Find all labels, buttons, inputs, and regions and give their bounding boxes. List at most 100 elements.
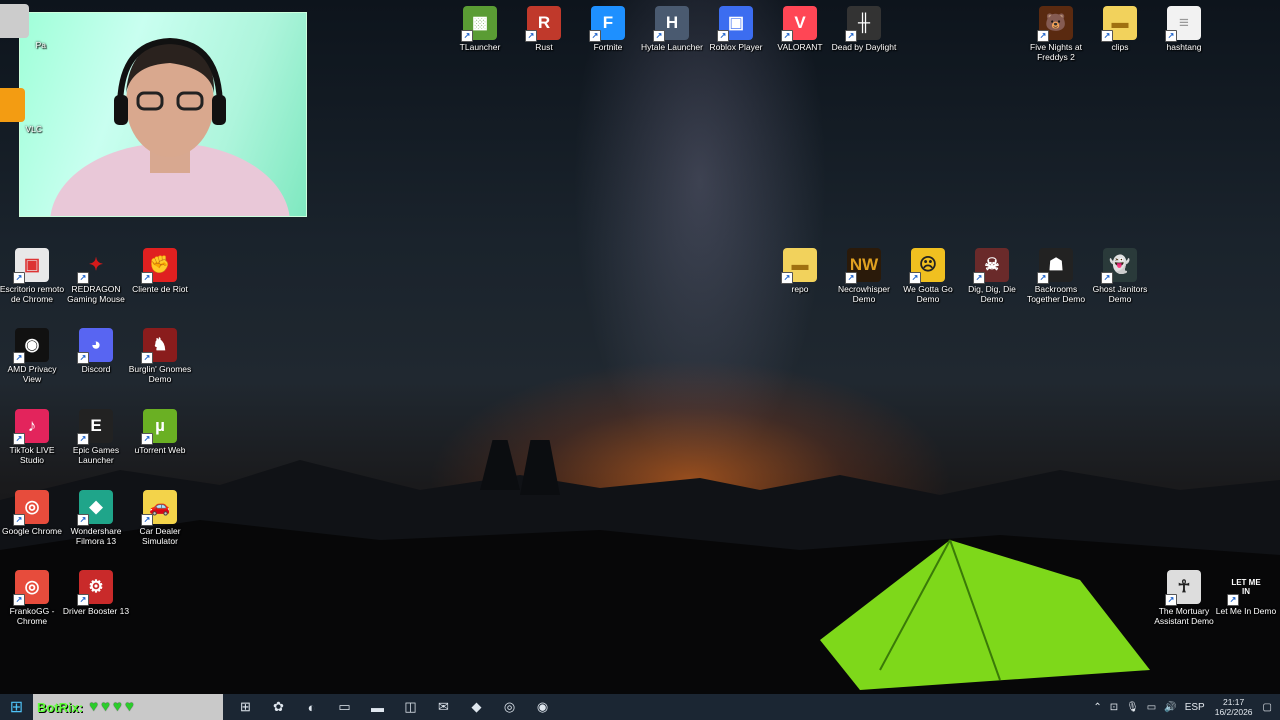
start-button[interactable]: ⊞ bbox=[0, 694, 33, 720]
network-icon[interactable]: ⊡ bbox=[1110, 702, 1118, 713]
edge-icon[interactable]: ◐ bbox=[295, 694, 328, 720]
desktop-icon-hytale-launcher[interactable]: H ↗ Hytale Launcher bbox=[638, 6, 706, 52]
desktop-icon-tlauncher[interactable]: ▩ ↗ TLauncher bbox=[446, 6, 514, 52]
desktop-icon-tiktok-live-studio[interactable]: ♪ ↗ TikTok LIVE Studio bbox=[0, 409, 66, 465]
desktop-icon-utorrent-web[interactable]: µ ↗ uTorrent Web bbox=[126, 409, 194, 455]
shortcut-arrow-icon: ↗ bbox=[141, 272, 153, 284]
desktop-icon-wondershare-filmora-13[interactable]: ◆ ↗ Wondershare Filmora 13 bbox=[62, 490, 130, 546]
desktop-icon-necrowhisper-demo[interactable]: NW ↗ Necrowhisper Demo bbox=[830, 248, 898, 304]
system-tray: ⌃ ⊡ 🎙 ▭ 🔊 ESP 21:17 16/2/2026 ▢ bbox=[1089, 694, 1280, 720]
five-nights-at-freddys-2-icon: 🐻 ↗ bbox=[1037, 6, 1073, 42]
shortcut-arrow-icon: ↗ bbox=[13, 352, 25, 364]
icon-label: The Mortuary Assistant Demo bbox=[1154, 606, 1214, 626]
icon-label: Dead by Daylight bbox=[831, 42, 897, 52]
desktop-icon-let-me-in-demo[interactable]: LET ME IN ↗ Let Me In Demo bbox=[1212, 570, 1280, 616]
streamer-figure bbox=[50, 37, 290, 216]
icon-label: Hytale Launcher bbox=[641, 42, 703, 52]
window-icon[interactable]: ▭ bbox=[328, 694, 361, 720]
shortcut-arrow-icon: ↗ bbox=[77, 352, 89, 364]
botrix-hearts: ♥ ♥ ♥ ♥ bbox=[89, 698, 137, 716]
desktop-icon-escritorio-remoto-de-chrome[interactable]: ▣ ↗ Escritorio remoto de Chrome bbox=[0, 248, 66, 304]
desktop-icon-backrooms-together-demo[interactable]: ☗ ↗ Backrooms Together Demo bbox=[1022, 248, 1090, 304]
obs-icon[interactable]: ◉ bbox=[526, 694, 559, 720]
icon-label: TLauncher bbox=[459, 42, 501, 52]
outlook-icon[interactable]: ✉ bbox=[427, 694, 460, 720]
chevron-up-icon[interactable]: ⌃ bbox=[1093, 702, 1101, 713]
desktop-icon-valorant[interactable]: V ↗ VALORANT bbox=[766, 6, 834, 52]
clips-icon: ▬ ↗ bbox=[1101, 6, 1137, 42]
icon-label: repo bbox=[791, 284, 809, 294]
desktop-icon-repo[interactable]: ▬ ↗ repo bbox=[766, 248, 834, 294]
desktop-icon-the-mortuary-assistant-demo[interactable]: ☥ ↗ The Mortuary Assistant Demo bbox=[1150, 570, 1218, 626]
let-me-in-demo-icon: LET ME IN ↗ bbox=[1227, 570, 1263, 606]
volume-icon[interactable]: 🔊 bbox=[1164, 702, 1176, 713]
shortcut-arrow-icon: ↗ bbox=[653, 30, 665, 42]
chrome-icon[interactable]: ◎ bbox=[493, 694, 526, 720]
rust-icon: R ↗ bbox=[525, 6, 561, 42]
the-mortuary-assistant-demo-icon: ☥ ↗ bbox=[1165, 570, 1201, 606]
icon-label: Escritorio remoto de Chrome bbox=[0, 284, 65, 304]
we-gotta-go-demo-icon: ☹ ↗ bbox=[909, 248, 945, 284]
desktop-icon-five-nights-at-freddys-2[interactable]: 🐻 ↗ Five Nights at Freddys 2 bbox=[1022, 6, 1090, 62]
desktop-icon-amd-privacy-view[interactable]: ◉ ↗ AMD Privacy View bbox=[0, 328, 66, 384]
desktop-icon-roblox-player[interactable]: ▣ ↗ Roblox Player bbox=[702, 6, 770, 52]
clock-date: 16/2/2026 bbox=[1214, 707, 1253, 717]
desktop-icon-discord[interactable]: ◕ ↗ Discord bbox=[62, 328, 130, 374]
shortcut-arrow-icon: ↗ bbox=[1101, 30, 1113, 42]
store-icon[interactable]: ◫ bbox=[394, 694, 427, 720]
escritorio-remoto-de-chrome-icon: ▣ ↗ bbox=[13, 248, 49, 284]
desktop-icon-rust[interactable]: R ↗ Rust bbox=[510, 6, 578, 52]
icon-label: FrankoGG - Chrome bbox=[9, 606, 55, 626]
frankogg-chrome-icon: ◎ ↗ bbox=[13, 570, 49, 606]
shortcut-arrow-icon: ↗ bbox=[13, 594, 25, 606]
shortcut-arrow-icon: ↗ bbox=[13, 433, 25, 445]
file-explorer-icon[interactable]: ▬ bbox=[361, 694, 394, 720]
desktop-icon-google-chrome[interactable]: ◎ ↗ Google Chrome bbox=[0, 490, 66, 536]
desktop-icon-fortnite[interactable]: F ↗ Fortnite bbox=[574, 6, 642, 52]
icon-label: AMD Privacy View bbox=[7, 364, 57, 384]
clock-time: 21:17 bbox=[1222, 697, 1245, 707]
utorrent-web-icon: µ ↗ bbox=[141, 409, 177, 445]
tlauncher-icon: ▩ ↗ bbox=[461, 6, 497, 42]
fortnite-icon: F ↗ bbox=[589, 6, 625, 42]
desktop-icon-dead-by-daylight[interactable]: ╫ ↗ Dead by Daylight bbox=[830, 6, 898, 52]
notifications-icon[interactable]: ▢ bbox=[1263, 702, 1272, 713]
desktop-icon-ghost-janitors-demo[interactable]: 👻 ↗ Ghost Janitors Demo bbox=[1086, 248, 1154, 304]
car-dealer-simulator-icon: 🚗 ↗ bbox=[141, 490, 177, 526]
shortcut-arrow-icon: ↗ bbox=[845, 272, 857, 284]
language-indicator[interactable]: ESP bbox=[1185, 702, 1205, 713]
valorant-icon: V ↗ bbox=[781, 6, 817, 42]
desktop-icon-hashtang[interactable]: ≡ ↗ hashtang bbox=[1150, 6, 1218, 52]
discord-icon: ◕ ↗ bbox=[77, 328, 113, 364]
desktop-icon-cliente-de-riot[interactable]: ✊ ↗ Cliente de Riot bbox=[126, 248, 194, 294]
desktop-icon-we-gotta-go-demo[interactable]: ☹ ↗ We Gotta Go Demo bbox=[894, 248, 962, 304]
shortcut-arrow-icon: ↗ bbox=[1165, 594, 1177, 606]
shortcut-arrow-icon: ↗ bbox=[781, 272, 793, 284]
desktop-icon-burglin-gnomes-demo[interactable]: ♞ ↗ Burglin' Gnomes Demo bbox=[126, 328, 194, 384]
driver-booster-13-icon: ⚙ ↗ bbox=[77, 570, 113, 606]
partial-icon-left-2[interactable]: VLC bbox=[0, 88, 42, 134]
icon-label: hashtang bbox=[1166, 42, 1202, 52]
microphone-icon[interactable]: 🎙 bbox=[1126, 702, 1139, 713]
desktop-icon-redragon-gaming-mouse[interactable]: ✦ ↗ REDRAGON Gaming Mouse bbox=[62, 248, 130, 304]
brave-icon[interactable]: ◆ bbox=[460, 694, 493, 720]
shortcut-arrow-icon: ↗ bbox=[1227, 594, 1239, 606]
shortcut-arrow-icon: ↗ bbox=[77, 433, 89, 445]
desktop-icon-frankogg-chrome[interactable]: ◎ ↗ FrankoGG - Chrome bbox=[0, 570, 66, 626]
heart-icon: ♥ bbox=[124, 698, 134, 715]
partial-icon-left-1[interactable]: Pa bbox=[0, 4, 46, 50]
icon-label: Google Chrome bbox=[1, 526, 62, 536]
desktop-icon-dig-dig-die-demo[interactable]: ☠ ↗ Dig, Dig, Die Demo bbox=[958, 248, 1026, 304]
clock[interactable]: 21:17 16/2/2026 bbox=[1215, 697, 1253, 717]
hytale-launcher-icon: H ↗ bbox=[653, 6, 689, 42]
battery-icon[interactable]: ▭ bbox=[1147, 702, 1156, 713]
icon-label: TikTok LIVE Studio bbox=[9, 445, 55, 465]
desktop-icon-car-dealer-simulator[interactable]: 🚗 ↗ Car Dealer Simulator bbox=[126, 490, 194, 546]
desktop-icon-driver-booster-13[interactable]: ⚙ ↗ Driver Booster 13 bbox=[62, 570, 130, 616]
desktop-icon-epic-games-launcher[interactable]: E ↗ Epic Games Launcher bbox=[62, 409, 130, 465]
desktop-icon-clips[interactable]: ▬ ↗ clips bbox=[1086, 6, 1154, 52]
dig-dig-die-demo-icon: ☠ ↗ bbox=[973, 248, 1009, 284]
task-view-icon[interactable]: ⊞ bbox=[229, 694, 262, 720]
copilot-icon[interactable]: ✿ bbox=[262, 694, 295, 720]
icon-label: Fortnite bbox=[593, 42, 623, 52]
